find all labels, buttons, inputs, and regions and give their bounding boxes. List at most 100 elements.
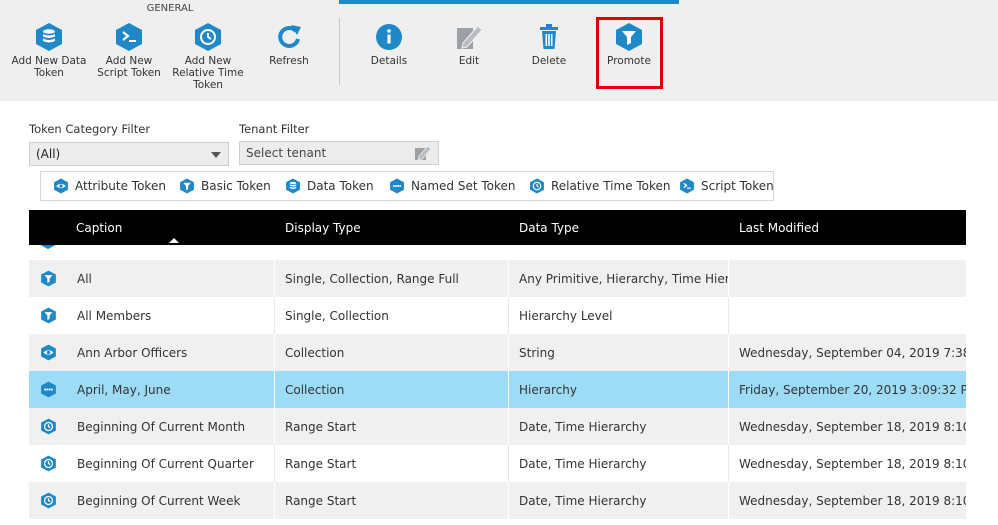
- edit-label: Edit: [458, 55, 480, 67]
- clock-icon: [40, 492, 56, 509]
- trash-icon: [540, 24, 558, 49]
- details-button[interactable]: Details: [360, 22, 418, 67]
- legend-item-script-token: Script Token: [679, 178, 774, 194]
- legend-item-attribute-token: Attribute Token: [53, 178, 166, 194]
- last-modified-cell: [728, 297, 966, 334]
- last-modified-cell: Wednesday, September 18, 2019 8:10:05 PM: [728, 482, 966, 519]
- legend-item-relative-time-token: Relative Time Token: [529, 178, 671, 194]
- ribbon-accent-bar: [339, 0, 679, 4]
- token-category-filter-select[interactable]: (All): [29, 142, 229, 166]
- legend-item-data-token: Data Token: [285, 178, 374, 194]
- token-table: All Single, Collection, Range Full Any P…: [29, 245, 966, 519]
- data-type-cell: Date, Time Hierarchy: [508, 408, 728, 445]
- funnel-icon: [180, 178, 194, 194]
- refresh-label: Refresh: [269, 55, 309, 67]
- caption-cell: Beginning Of Current Month: [77, 419, 246, 434]
- data-type-cell: Date, Time Hierarchy: [508, 482, 728, 519]
- funnel-icon: [40, 307, 56, 324]
- add-new-script-token-label: Add New Script Token: [97, 55, 161, 79]
- caption-cell: All: [77, 271, 92, 286]
- display-type-cell: Range Start: [274, 408, 508, 445]
- last-modified-cell: Wednesday, September 04, 2019 7:38:25 PM: [728, 334, 966, 371]
- data-type-cell: Hierarchy Level: [508, 297, 728, 334]
- legend-item-basic-token: Basic Token: [179, 178, 271, 194]
- table-row[interactable]: Beginning Of Current Month Range Start D…: [29, 408, 966, 445]
- legend-item-named-set-token: Named Set Token: [389, 178, 516, 194]
- database-icon: [286, 178, 300, 194]
- data-type-cell: Any Primitive, Hierarchy, Time Hierarchy: [508, 260, 728, 297]
- table-row-selected[interactable]: April, May, June Collection Hierarchy Fr…: [29, 371, 966, 408]
- add-new-relative-time-token-button[interactable]: Add New Relative Time Token: [172, 22, 244, 91]
- funnel-icon: [41, 245, 55, 250]
- column-header-data-type[interactable]: Data Type: [519, 221, 579, 235]
- legend-label: Attribute Token: [75, 179, 166, 193]
- refresh-icon: [278, 25, 301, 48]
- display-type-cell: Collection: [274, 371, 508, 408]
- last-modified-cell: [728, 260, 966, 297]
- token-type-legend: Attribute Token Basic Token Data Token N…: [40, 171, 774, 201]
- promote-highlight-box: [596, 17, 663, 89]
- table-row-partial: [29, 245, 966, 260]
- clock-icon: [40, 455, 56, 472]
- table-row[interactable]: All Members Single, Collection Hierarchy…: [29, 297, 966, 334]
- legend-label: Named Set Token: [411, 179, 516, 193]
- edit-button[interactable]: Edit: [440, 22, 498, 67]
- table-row[interactable]: Beginning Of Current Quarter Range Start…: [29, 445, 966, 482]
- add-new-script-token-button[interactable]: Add New Script Token: [96, 22, 162, 79]
- row-icon-cell: [29, 245, 67, 260]
- display-type-cell: Range Start: [274, 445, 508, 482]
- script-icon: [116, 23, 142, 51]
- table-row[interactable]: All Single, Collection, Range Full Any P…: [29, 260, 966, 297]
- caption-cell: Ann Arbor Officers: [77, 345, 188, 360]
- data-type-cell: Date, Time Hierarchy: [508, 445, 728, 482]
- info-icon: [376, 24, 402, 50]
- ribbon-toolbar: GENERAL Add New Data Token Add New Scrip…: [0, 0, 998, 101]
- script-icon: [680, 178, 694, 194]
- dots-icon: [390, 178, 404, 194]
- display-type-cell: Single, Collection: [274, 297, 508, 334]
- token-category-filter-value: (All): [36, 147, 61, 161]
- last-modified-cell: Wednesday, September 18, 2019 8:10:05 PM: [728, 408, 966, 445]
- tenant-filter-label: Tenant Filter: [239, 122, 310, 136]
- add-new-data-token-button[interactable]: Add New Data Token: [8, 22, 90, 79]
- last-modified-cell: Friday, September 20, 2019 3:09:32 PM: [728, 371, 966, 408]
- tenant-filter-value: Select tenant: [246, 146, 327, 160]
- table-row[interactable]: Beginning Of Current Week Range Start Da…: [29, 482, 966, 519]
- clock-icon: [40, 418, 56, 435]
- display-type-cell: Single, Collection, Range Full: [274, 260, 508, 297]
- column-header-caption[interactable]: Caption: [76, 221, 122, 235]
- display-type-cell: Range Start: [274, 482, 508, 519]
- caption-cell: All Members: [77, 308, 152, 323]
- refresh-button[interactable]: Refresh: [258, 22, 320, 67]
- last-modified-cell: Wednesday, September 18, 2019 8:10:05 PM: [728, 445, 966, 482]
- column-header-last-modified[interactable]: Last Modified: [739, 221, 819, 235]
- data-type-cell: Hierarchy: [508, 371, 728, 408]
- clock-icon: [195, 23, 221, 51]
- edit-icon: [457, 25, 483, 49]
- tenant-filter-input[interactable]: Select tenant: [239, 141, 439, 165]
- clock-icon: [530, 178, 544, 194]
- delete-button[interactable]: Delete: [520, 22, 578, 67]
- chevron-down-icon: [211, 152, 221, 158]
- table-header: Caption Display Type Data Type Last Modi…: [29, 210, 966, 245]
- ribbon-group-label: GENERAL: [146, 3, 194, 14]
- display-type-cell: Collection: [274, 334, 508, 371]
- tenant-edit-icon[interactable]: [414, 145, 432, 161]
- sort-ascending-icon: [169, 238, 179, 243]
- data-type-cell: String: [508, 334, 728, 371]
- add-new-relative-time-token-label: Add New Relative Time Token: [172, 55, 244, 91]
- table-row[interactable]: Ann Arbor Officers Collection String Wed…: [29, 334, 966, 371]
- add-new-data-token-label: Add New Data Token: [11, 55, 87, 79]
- ribbon-separator: [339, 18, 340, 85]
- legend-label: Basic Token: [201, 179, 271, 193]
- caption-cell: April, May, June: [77, 382, 171, 397]
- caption-cell: Beginning Of Current Quarter: [77, 456, 254, 471]
- caption-cell: Beginning Of Current Week: [77, 493, 241, 508]
- funnel-icon: [40, 270, 56, 287]
- column-header-display-type[interactable]: Display Type: [285, 221, 361, 235]
- database-icon: [36, 23, 62, 51]
- legend-label: Script Token: [701, 179, 774, 193]
- details-label: Details: [370, 55, 408, 67]
- legend-label: Relative Time Token: [551, 179, 671, 193]
- eye-icon: [40, 344, 56, 361]
